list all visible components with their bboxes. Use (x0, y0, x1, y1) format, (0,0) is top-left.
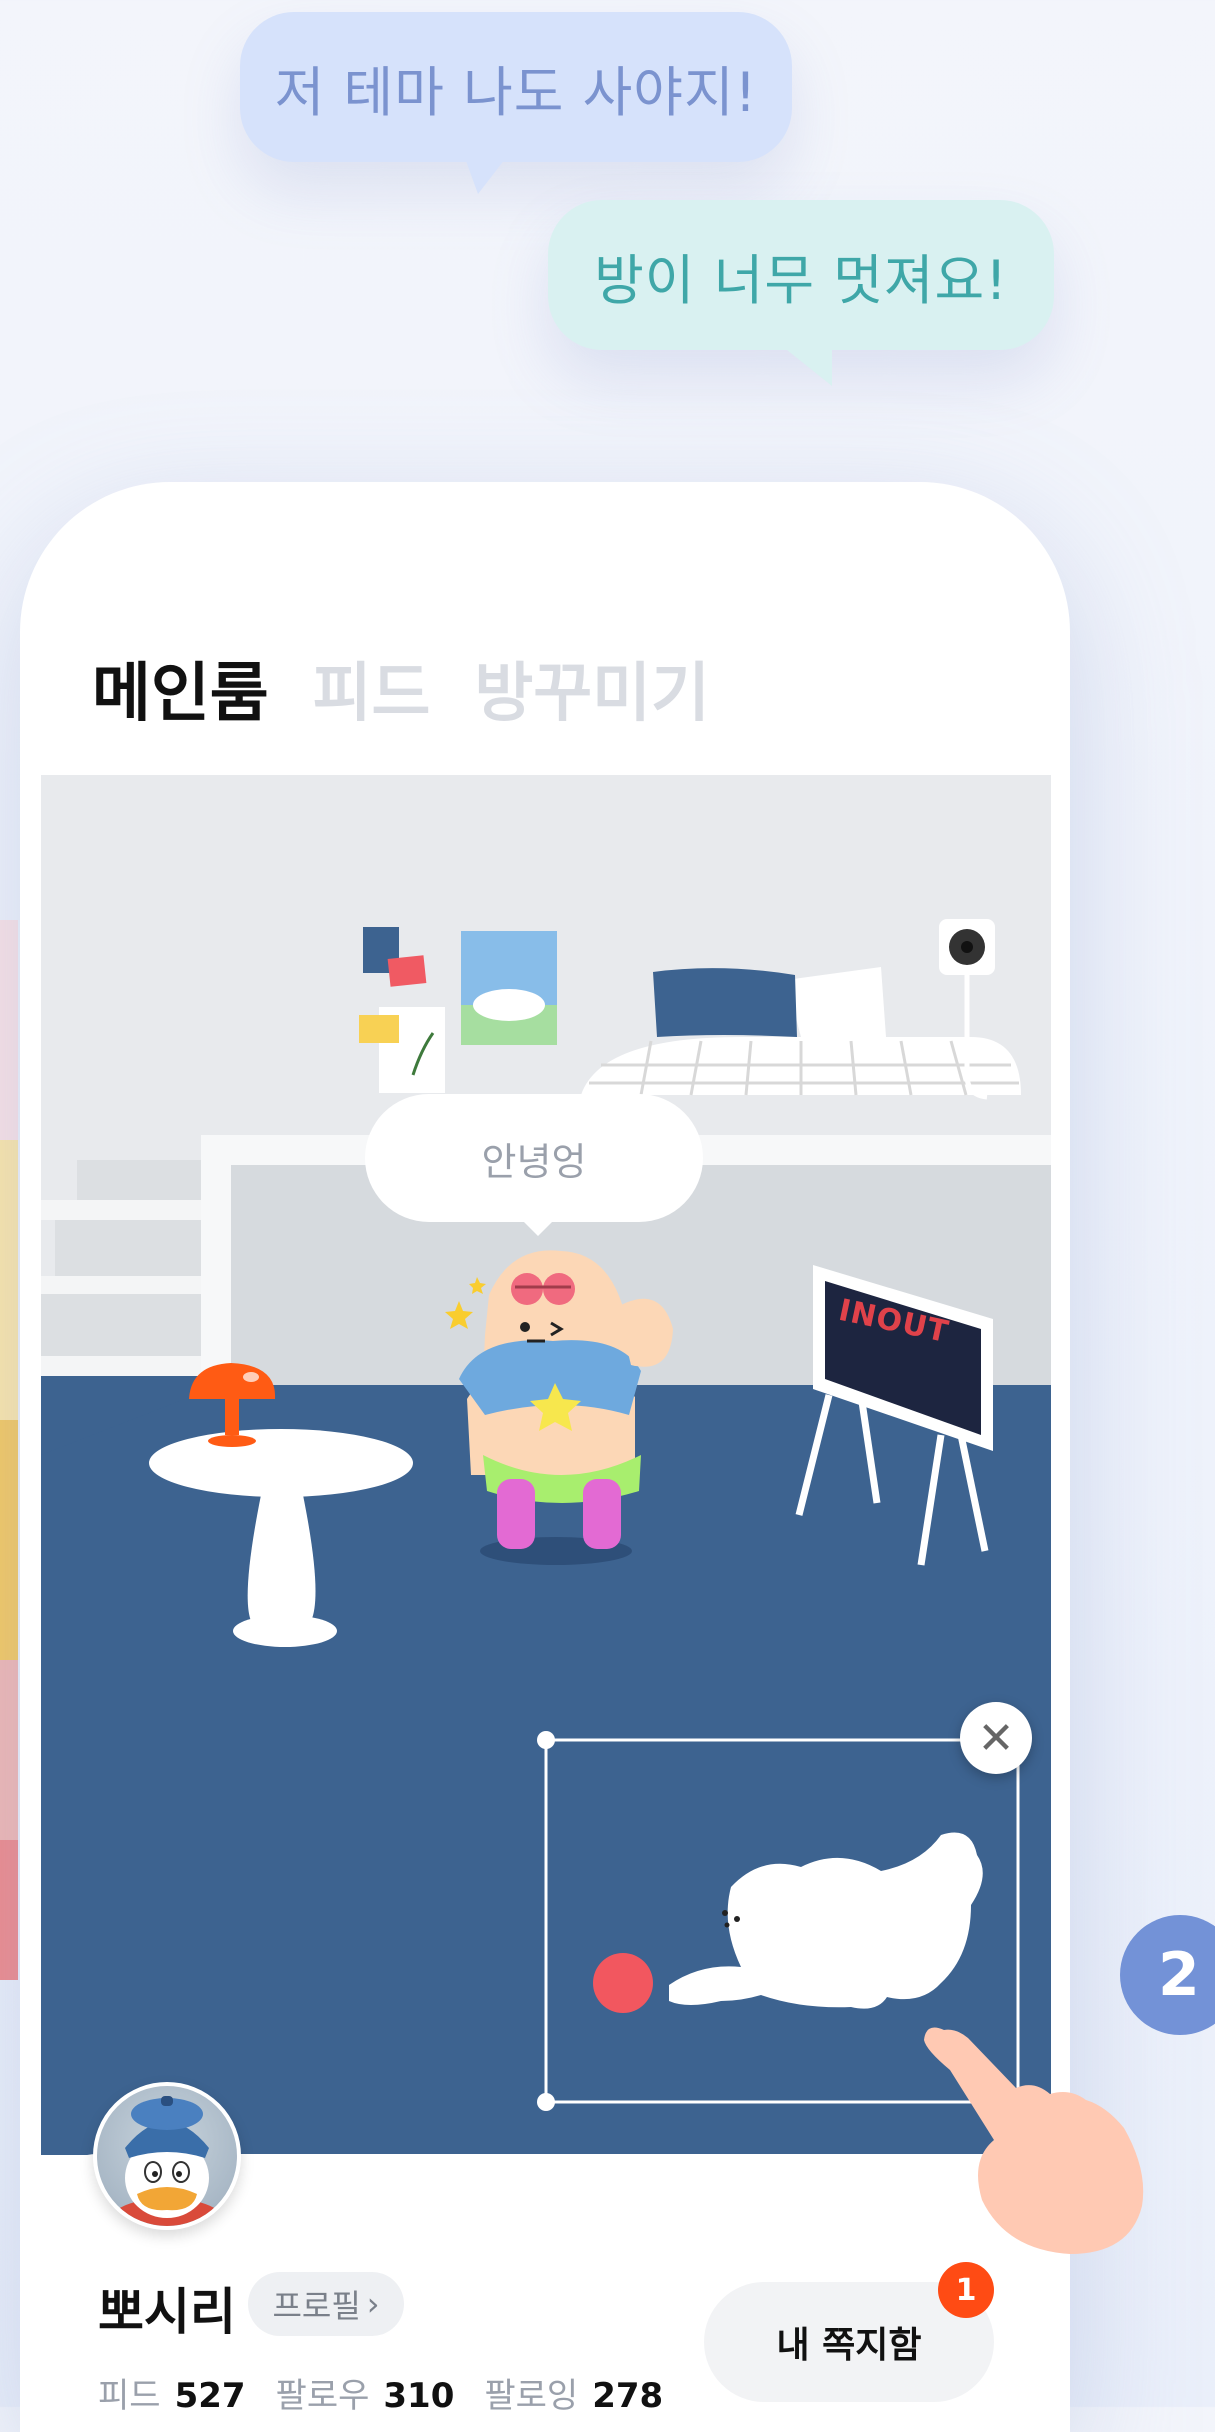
chevron-right-icon: › (366, 2285, 380, 2323)
room-illustration (41, 775, 1051, 2155)
stat-feed[interactable]: 피드 527 (98, 2368, 246, 2417)
character-speech-bubble: 안녕엉 (365, 1094, 703, 1222)
profile-button[interactable]: 프로필 › (248, 2272, 404, 2336)
profile-stats: 피드 527 팔로우 310 팔로잉 278 (98, 2368, 663, 2417)
profile-button-label: 프로필 (272, 2287, 361, 2325)
avatar-duck-icon[interactable] (93, 2082, 241, 2230)
background-screen-peek (0, 920, 18, 1980)
inbox-badge: 1 (938, 2262, 994, 2318)
chat-bubble-2: 방이 너무 멋져요! (548, 200, 1054, 350)
tab-decorate[interactable]: 방꾸미기 (474, 642, 710, 734)
stat-follow[interactable]: 팔로우 310 (276, 2368, 455, 2417)
tab-main-room[interactable]: 메인룸 (92, 642, 269, 734)
room-scene[interactable] (41, 775, 1051, 2155)
stat-follow-value: 310 (383, 2376, 455, 2416)
chat-bubble-2-tail (772, 338, 832, 386)
close-icon[interactable]: ✕ (960, 1702, 1032, 1774)
stat-feed-label: 피드 (98, 2376, 161, 2416)
stat-following-label: 팔로잉 (484, 2376, 579, 2416)
stat-follow-label: 팔로우 (275, 2376, 370, 2416)
tab-bar: 메인룸 피드 방꾸미기 (92, 642, 710, 734)
user-name: 뽀시리 (98, 2283, 236, 2341)
character-speech-tail (520, 1218, 556, 1236)
tab-feed[interactable]: 피드 (313, 642, 431, 734)
chat-bubble-1: 저 테마 나도 사야지! (240, 12, 792, 162)
stat-following[interactable]: 팔로잉 278 (484, 2368, 663, 2417)
stat-feed-value: 527 (174, 2376, 246, 2416)
pointing-hand-icon (924, 2027, 1144, 2254)
stat-following-value: 278 (592, 2376, 664, 2416)
